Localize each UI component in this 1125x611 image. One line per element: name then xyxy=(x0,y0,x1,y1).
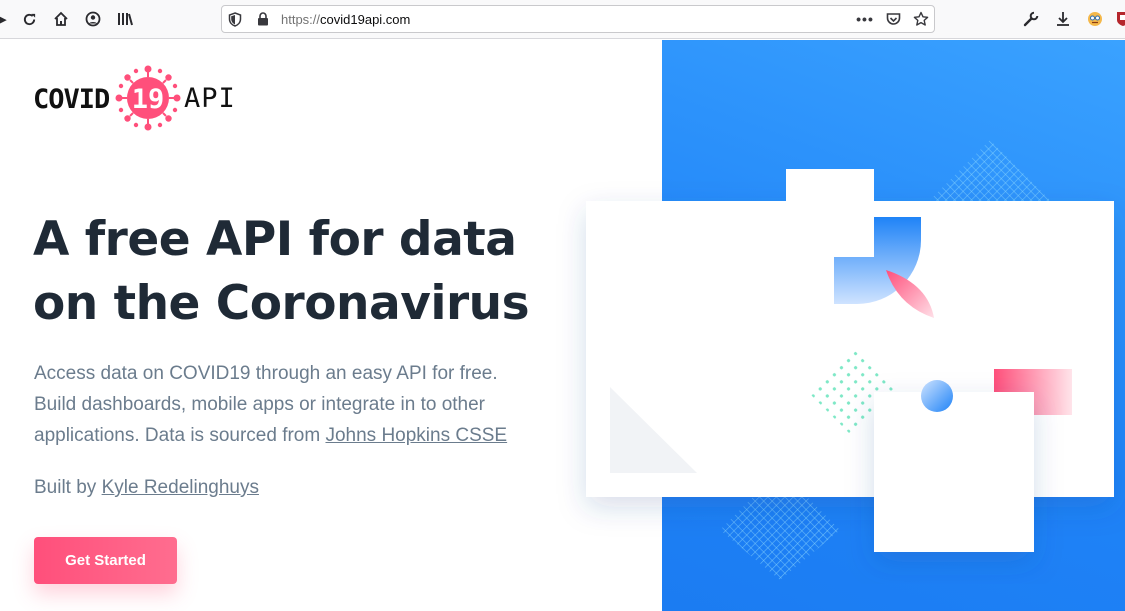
lower-white-card xyxy=(874,392,1034,552)
hero-illustration xyxy=(586,140,1114,580)
blue-gradient-dot xyxy=(921,380,953,412)
small-white-square xyxy=(786,169,874,257)
